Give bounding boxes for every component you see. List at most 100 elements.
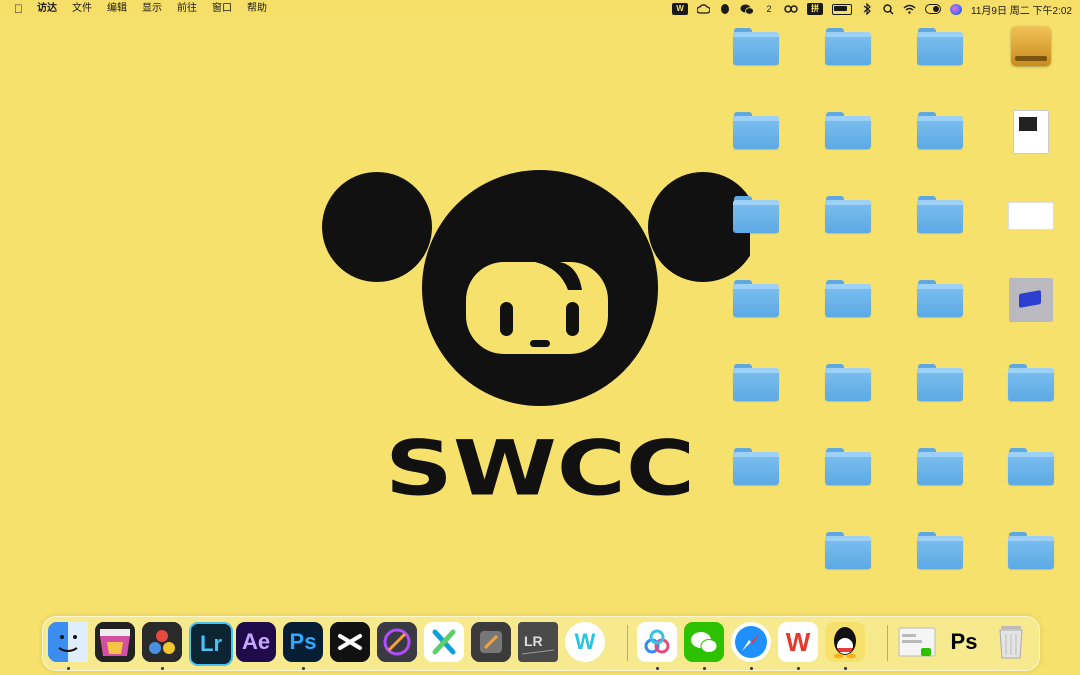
- dock-running-indicator: [797, 667, 800, 670]
- desktop-item-folder[interactable]: [988, 446, 1074, 490]
- dock: Lr Ae Ps LR W W Ps: [42, 616, 1040, 671]
- desktop-item-folder[interactable]: [805, 110, 891, 154]
- folder-icon: [825, 280, 871, 318]
- creative-cloud-status-icon[interactable]: [697, 3, 711, 15]
- dock-app-label: Lr: [200, 631, 222, 656]
- menu-go[interactable]: 前往: [177, 0, 197, 18]
- menu-view[interactable]: 显示: [142, 0, 162, 18]
- dock-lrtimelapse-icon[interactable]: LR: [518, 622, 558, 662]
- dock-wechat-icon[interactable]: [684, 622, 724, 662]
- menu-file[interactable]: 文件: [72, 0, 92, 18]
- desktop-item-folder[interactable]: [897, 110, 983, 154]
- desktop-item-folder[interactable]: [713, 362, 799, 406]
- menu-bar:  访达 文件 编辑 显示 前往 窗口 帮助 W 2 拼: [0, 0, 1080, 18]
- folder-icon: [825, 364, 871, 402]
- desktop-item-mp3[interactable]: [988, 278, 1074, 326]
- dock-trash-icon[interactable]: [991, 622, 1031, 662]
- desktop-item-folder[interactable]: [897, 194, 983, 238]
- dock-capcut-icon[interactable]: [330, 622, 370, 662]
- menu-help[interactable]: 帮助: [247, 0, 267, 18]
- desktop-item-folder[interactable]: [988, 530, 1074, 574]
- menu-app-name[interactable]: 访达: [37, 0, 57, 18]
- folder-icon: [733, 196, 779, 234]
- desktop-item-folder[interactable]: [897, 278, 983, 322]
- desktop-item-drive[interactable]: [988, 26, 1074, 70]
- qq-status-icon[interactable]: [719, 3, 731, 15]
- dock-xmind-icon[interactable]: [424, 622, 464, 662]
- menu-edit[interactable]: 编辑: [107, 0, 127, 18]
- dock-running-indicator: [302, 667, 305, 670]
- dock-final-cut-pro-icon[interactable]: [95, 622, 135, 662]
- desktop-item-folder[interactable]: [805, 362, 891, 406]
- folder-icon: [825, 112, 871, 150]
- wifi-icon[interactable]: [903, 3, 916, 15]
- dock-finder-icon[interactable]: [48, 622, 88, 662]
- desktop-item-folder[interactable]: [897, 362, 983, 406]
- desktop-item-folder[interactable]: [988, 362, 1074, 406]
- spotlight-search-icon[interactable]: [882, 3, 894, 15]
- dock-wps-office-icon[interactable]: W: [778, 622, 818, 662]
- folder-icon: [733, 28, 779, 66]
- desktop-item-folder[interactable]: [897, 26, 983, 70]
- menu-window[interactable]: 窗口: [212, 0, 232, 18]
- folder-icon: [917, 448, 963, 486]
- wps-status-icon[interactable]: W: [672, 3, 689, 15]
- folder-icon: [825, 448, 871, 486]
- dock-davinci-resolve-icon[interactable]: [142, 622, 182, 662]
- desktop-item-folder[interactable]: [805, 278, 891, 322]
- menubar-clock[interactable]: 11月9日 周二 下午2:02: [971, 2, 1072, 17]
- desktop-item-webarchive[interactable]: [988, 110, 1074, 158]
- dock-app-label: Ps: [950, 629, 978, 654]
- folder-icon: [733, 364, 779, 402]
- desktop-item-folder[interactable]: [713, 194, 799, 238]
- dock-w-app-icon[interactable]: W: [565, 622, 605, 662]
- desktop-item-folder[interactable]: [897, 446, 983, 490]
- dock-running-indicator: [656, 667, 659, 670]
- dock-after-effects-icon[interactable]: Ae: [236, 622, 276, 662]
- dock-compressor-icon[interactable]: [471, 622, 511, 662]
- dock-app-label: W: [574, 629, 596, 654]
- folder-icon: [733, 112, 779, 150]
- desktop-item-folder[interactable]: [805, 26, 891, 70]
- wallpaper-swcc-logo: SWCC: [322, 170, 750, 510]
- desktop-item-folder[interactable]: [713, 446, 799, 490]
- folder-icon: [1008, 364, 1054, 402]
- baidu-netdisk-status-icon[interactable]: [784, 3, 798, 15]
- png-file-icon: [1008, 202, 1054, 230]
- dock-running-indicator: [750, 667, 753, 670]
- folder-icon: [825, 532, 871, 570]
- folder-icon: [917, 280, 963, 318]
- dock-app-label: Ps: [289, 629, 317, 654]
- dock-motion-icon[interactable]: [377, 622, 417, 662]
- dock-minimized-window-2-icon[interactable]: Ps: [944, 622, 984, 662]
- dock-running-indicator: [161, 667, 164, 670]
- input-method-icon[interactable]: 拼: [807, 3, 824, 15]
- folder-icon: [825, 28, 871, 66]
- dock-qq-icon[interactable]: [825, 622, 865, 662]
- desktop-item-folder[interactable]: [805, 530, 891, 574]
- desktop-item-folder[interactable]: [713, 26, 799, 70]
- desktop-item-folder[interactable]: [805, 194, 891, 238]
- dock-baidu-netdisk-icon[interactable]: [637, 622, 677, 662]
- dock-safari-icon[interactable]: [731, 622, 771, 662]
- folder-icon: [917, 28, 963, 66]
- apple-menu-icon[interactable]: : [14, 0, 23, 18]
- siri-icon[interactable]: [950, 3, 963, 15]
- folder-icon: [917, 196, 963, 234]
- dock-minimized-window-1-icon[interactable]: [897, 622, 937, 662]
- wechat-status-icon[interactable]: [740, 3, 754, 15]
- desktop-item-folder[interactable]: [897, 530, 983, 574]
- dock-app-label: Ae: [241, 629, 271, 654]
- desktop-item-folder[interactable]: [805, 446, 891, 490]
- desktop-item-png[interactable]: [988, 194, 1074, 240]
- desktop-item-folder[interactable]: [713, 110, 799, 154]
- folder-icon: [1008, 448, 1054, 486]
- battery-icon[interactable]: [832, 3, 853, 15]
- dock-lightroom-icon[interactable]: Lr: [189, 622, 233, 666]
- dock-photoshop-icon[interactable]: Ps: [283, 622, 323, 662]
- desktop-item-folder[interactable]: [713, 278, 799, 322]
- bluetooth-icon[interactable]: [861, 3, 873, 15]
- control-center-icon[interactable]: [925, 4, 942, 14]
- folder-icon: [733, 448, 779, 486]
- wechat-badge: 2: [766, 4, 772, 14]
